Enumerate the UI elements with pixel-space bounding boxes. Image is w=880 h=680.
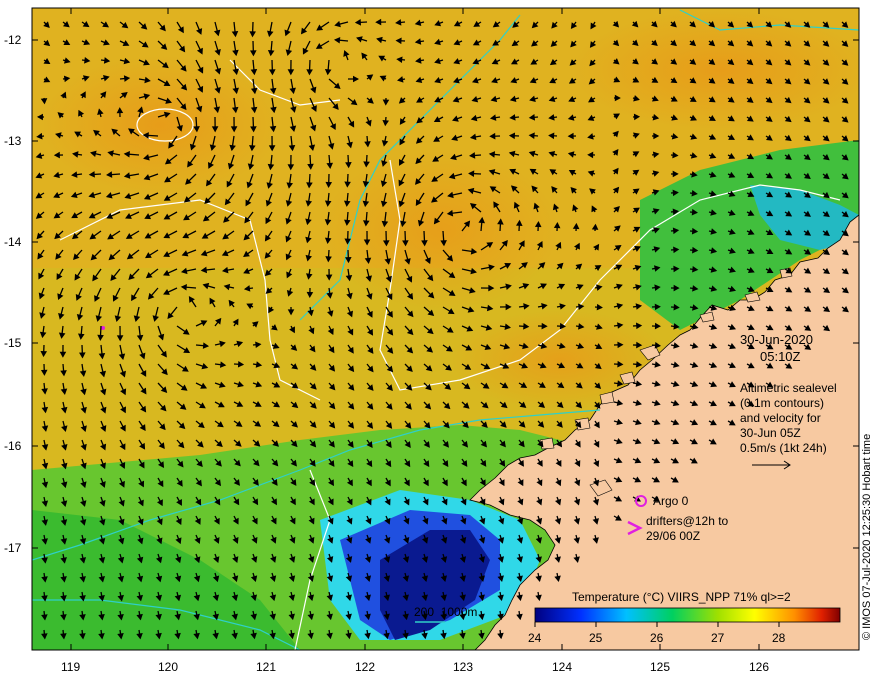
colorbar-tick-24: 24 xyxy=(528,631,542,645)
credit-text: © IMOS 07-Jul-2020 12:25:30 Hobart time xyxy=(861,433,873,640)
lon-label-126: 126 xyxy=(749,660,770,674)
lon-label-123: 123 xyxy=(453,660,474,674)
colorbar xyxy=(534,607,841,623)
drifter-label-2: 29/06 00Z xyxy=(646,529,701,543)
lat-label-12: -12 xyxy=(4,33,22,47)
lat-label-14: -14 xyxy=(4,235,22,249)
colorbar-tick-27: 27 xyxy=(711,631,725,645)
lon-label-125: 125 xyxy=(650,660,671,674)
lon-label-122: 122 xyxy=(355,660,376,674)
lon-label-124: 124 xyxy=(552,660,573,674)
lon-label-121: 121 xyxy=(256,660,277,674)
colorbar-tick-26: 26 xyxy=(650,631,664,645)
lat-label-17: -17 xyxy=(4,541,22,555)
argo-label: Argo 0 xyxy=(653,494,689,508)
map-plot-area xyxy=(32,8,859,650)
colorbar-title: Temperature (°C) VIIRS_NPP 71% ql>=2 xyxy=(572,590,791,604)
desc-line-1: Altimetric sealevel xyxy=(740,381,837,395)
drifter-label-1: drifters@12h to xyxy=(646,514,729,528)
depth-legend-label: 200 1000m xyxy=(414,605,478,619)
lat-label-15: -15 xyxy=(4,336,22,350)
map-date: 30-Jun-2020 xyxy=(740,332,813,347)
lon-label-119: 119 xyxy=(61,660,81,674)
lat-label-16: -16 xyxy=(4,439,22,453)
desc-line-2: (0.1m contours) xyxy=(740,396,825,410)
desc-line-3: and velocity for xyxy=(740,411,821,425)
colorbar-tick-28: 28 xyxy=(772,631,786,645)
map-time: 05:10Z xyxy=(760,349,801,364)
lon-label-120: 120 xyxy=(158,660,179,674)
desc-line-4: 30-Jun 05Z xyxy=(740,426,801,440)
lat-label-13: -13 xyxy=(4,134,22,148)
desc-line-5: 0.5m/s (1kt 24h) xyxy=(740,441,827,455)
colorbar-tick-25: 25 xyxy=(589,631,603,645)
